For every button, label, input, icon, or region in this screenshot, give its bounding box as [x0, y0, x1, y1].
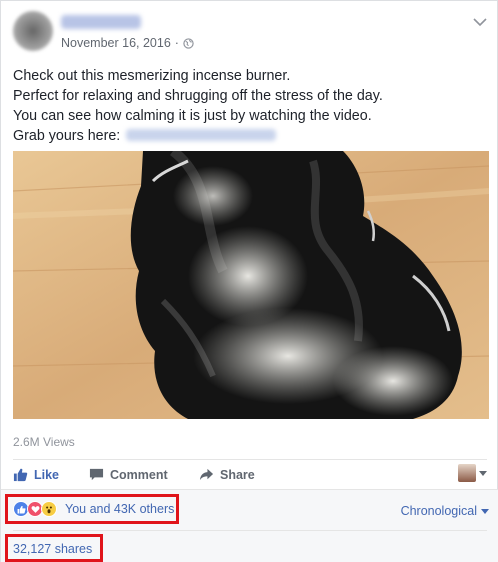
comment-sort-dropdown[interactable]: Chronological	[401, 504, 489, 518]
reactions-summary-text[interactable]: You and 43K others	[65, 502, 174, 516]
reaction-icons	[13, 501, 57, 517]
caret-down-icon	[481, 508, 489, 514]
caret-down-icon	[479, 470, 487, 476]
reactions-section: You and 43K others Chronological 32,127 …	[1, 489, 498, 562]
divider	[13, 530, 487, 531]
action-bar: Like Comment Share	[13, 461, 487, 489]
globe-icon[interactable]	[183, 37, 194, 49]
product-link-blurred[interactable]	[126, 129, 277, 141]
share-arrow-icon	[199, 468, 214, 481]
chevron-down-icon[interactable]	[473, 17, 487, 27]
meta-separator: ·	[174, 36, 179, 50]
wow-reaction-icon	[41, 501, 57, 517]
speech-bubble-icon	[89, 468, 104, 481]
like-label: Like	[34, 467, 60, 482]
post-text-line: Perfect for relaxing and shrugging off t…	[13, 88, 383, 104]
post-as-selector[interactable]	[458, 464, 487, 482]
share-button[interactable]: Share	[199, 467, 255, 482]
comment-label: Comment	[110, 467, 168, 482]
thumbs-up-icon	[13, 468, 28, 482]
post-text-line: Grab yours here:	[13, 126, 487, 146]
author-name-blurred[interactable]	[61, 15, 141, 29]
reactions-summary[interactable]: You and 43K others	[5, 494, 179, 524]
sort-label: Chronological	[400, 504, 477, 518]
grab-text: Grab yours here:	[13, 128, 121, 144]
post-date[interactable]: November 16, 2016	[61, 36, 171, 50]
post-text-line: You can see how calming it is just by wa…	[13, 108, 372, 124]
like-button[interactable]: Like	[13, 467, 59, 482]
divider	[13, 459, 487, 460]
share-label: Share	[220, 467, 255, 482]
video-player[interactable]	[13, 151, 489, 419]
video-view-count: 2.6M Views	[13, 435, 75, 449]
post-text: Check out this mesmerizing incense burne…	[13, 66, 487, 146]
incense-burner-video-frame	[13, 151, 489, 419]
share-count[interactable]: 32,127 shares	[5, 534, 103, 562]
comment-button[interactable]: Comment	[89, 467, 168, 482]
author-avatar[interactable]	[13, 11, 53, 51]
post-card: November 16, 2016 · Check out this mesme…	[0, 0, 498, 562]
post-header: November 16, 2016 ·	[13, 11, 487, 55]
post-text-line: Check out this mesmerizing incense burne…	[13, 68, 291, 84]
post-meta: November 16, 2016 ·	[61, 36, 194, 50]
viewer-avatar	[458, 464, 476, 482]
